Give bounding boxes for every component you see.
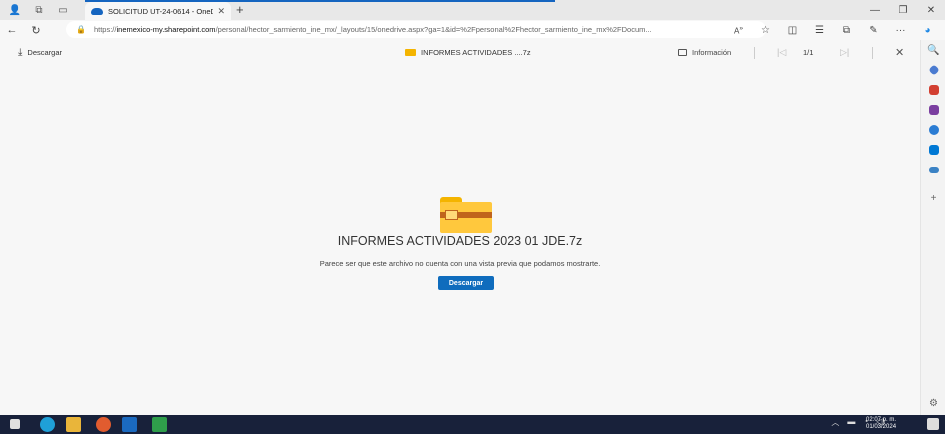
more-icon[interactable]: ···	[887, 25, 914, 36]
copilot-icon[interactable]: ◕	[914, 25, 941, 36]
tab-actions-icon[interactable]: ▭	[54, 2, 72, 18]
close-window-button[interactable]: ✕	[917, 0, 945, 20]
file-name-label: INFORMES ACTIVIDADES ....7z	[421, 48, 531, 57]
toolbar-actions: A» ☆ ◫ ☰ ⧉ ✎ ··· ◕	[725, 21, 941, 39]
profile-icon[interactable]: 👤	[6, 2, 24, 18]
restore-button[interactable]: ❐	[889, 0, 917, 20]
browser-sidebar: 🔍 + ⚙	[920, 40, 945, 415]
read-aloud-icon[interactable]: A»	[725, 25, 752, 36]
viewer-header: ⤓ Descargar INFORMES ACTIVIDADES ....7z …	[0, 40, 920, 65]
header-download-label: Descargar	[27, 48, 63, 57]
tray-chevron-icon[interactable]: ︿	[831, 417, 839, 428]
page-indicator: 1/1	[803, 48, 814, 57]
clock-time: 02:07 p. m.	[866, 417, 897, 423]
back-button[interactable]: ←	[2, 21, 22, 39]
onedrive-cloud-icon	[91, 7, 103, 15]
viewer-close-icon[interactable]: ✕	[895, 46, 904, 59]
divider	[872, 46, 873, 59]
archive-folder-icon	[440, 197, 492, 233]
sidebar-settings-icon[interactable]: ⚙	[921, 393, 945, 413]
notifications-icon[interactable]	[927, 418, 939, 430]
search-icon[interactable]: 🔍	[921, 40, 945, 60]
new-tab-button[interactable]: +	[236, 2, 244, 17]
download-button[interactable]: Descargar	[438, 276, 494, 290]
tab-title: SOLICITUD UT-24-0614 - OneDr	[108, 6, 214, 16]
info-panel-icon	[678, 49, 687, 56]
url-rest: /personal/hector_sarmiento_ine_mx/_layou…	[215, 25, 652, 34]
info-label: Información	[692, 48, 732, 57]
folder-icon	[405, 49, 416, 56]
info-button[interactable]: Información	[678, 48, 731, 57]
divider	[754, 46, 755, 59]
split-screen-icon[interactable]: ◫	[779, 25, 806, 36]
taskbar-clock[interactable]: 02:07 p. m. 01/03/2024	[866, 417, 896, 431]
no-preview-message: Parece ser que este archivo no cuenta co…	[319, 259, 601, 268]
previous-page-icon[interactable]: |◁	[777, 47, 786, 58]
chrome-icon[interactable]	[96, 417, 111, 432]
teams-icon[interactable]	[152, 417, 167, 432]
extensions-icon[interactable]: ✎	[860, 25, 887, 36]
file-explorer-icon[interactable]	[66, 417, 81, 432]
url-prefix: https://	[93, 25, 117, 34]
header-download-button[interactable]: ⤓ Descargar	[18, 47, 62, 58]
lock-icon: 🔒	[76, 25, 86, 34]
tab-onedrive[interactable]: SOLICITUD UT-24-0614 - OneDr ✕	[85, 2, 231, 20]
taskbar: ︿ ▬ ◔ ◁) 02:07 p. m. 01/03/2024	[0, 415, 945, 434]
workspaces-icon[interactable]: ⧉	[30, 2, 48, 18]
start-icon[interactable]	[10, 419, 20, 429]
outlook-icon[interactable]	[921, 140, 945, 160]
header-file-name: INFORMES ACTIVIDADES ....7z	[405, 48, 531, 57]
outlook-taskbar-icon[interactable]	[122, 417, 137, 432]
file-title: INFORMES ACTIVIDADES 2023 01 JDE.7z	[337, 234, 583, 248]
next-page-icon[interactable]: ▷|	[840, 47, 849, 58]
tools-icon[interactable]	[921, 80, 945, 100]
microsoft365-icon[interactable]	[921, 120, 945, 140]
download-icon: ⤓	[18, 47, 23, 58]
minimize-button[interactable]: —	[861, 0, 889, 20]
favorite-star-icon[interactable]: ☆	[752, 25, 779, 36]
refresh-button[interactable]: ↻	[26, 21, 46, 39]
tab-close-icon[interactable]: ✕	[217, 6, 225, 17]
drop-icon[interactable]	[921, 160, 945, 180]
address-bar[interactable]: 🔒 https://inemexico-my.sharepoint.com/pe…	[66, 21, 766, 38]
window-controls: — ❐ ✕	[861, 0, 945, 20]
edge-taskbar-icon[interactable]	[40, 417, 55, 432]
url-host: inemexico-my.sharepoint.com	[116, 25, 216, 34]
shopping-icon[interactable]	[921, 60, 945, 80]
favorites-icon[interactable]: ☰	[806, 25, 833, 36]
games-icon[interactable]	[921, 100, 945, 120]
clock-date: 01/03/2024	[866, 424, 897, 430]
battery-icon[interactable]: ▬	[847, 417, 855, 428]
collections-icon[interactable]: ⧉	[833, 25, 860, 36]
add-sidebar-app-icon[interactable]: +	[921, 188, 945, 208]
